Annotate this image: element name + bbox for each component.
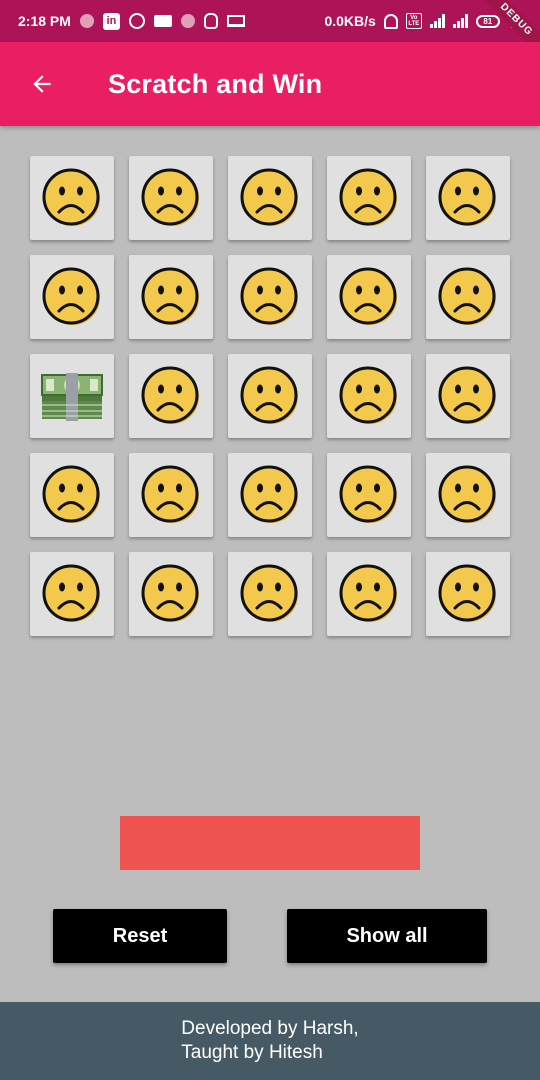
arrow-back-icon bbox=[33, 75, 51, 93]
sad-face-icon bbox=[339, 168, 397, 226]
network-speed: 0.0KB/s bbox=[324, 13, 376, 29]
sad-face-icon bbox=[141, 267, 199, 325]
video-icon bbox=[153, 15, 172, 27]
sad-face-icon bbox=[240, 267, 298, 325]
notification-dot-icon bbox=[180, 14, 195, 28]
reset-button[interactable]: Reset bbox=[53, 909, 227, 963]
scratch-tile[interactable] bbox=[426, 354, 510, 438]
footer-line-developer: Developed by Harsh, bbox=[181, 1018, 359, 1039]
scratch-tile[interactable] bbox=[129, 552, 213, 636]
sad-face-icon bbox=[141, 465, 199, 523]
scratch-grid bbox=[30, 156, 510, 636]
sad-face-icon bbox=[42, 168, 100, 226]
battery-icon: 81 bbox=[475, 14, 500, 28]
laptop-icon bbox=[226, 15, 245, 27]
show-all-button[interactable]: Show all bbox=[287, 909, 487, 963]
sad-face-icon bbox=[141, 168, 199, 226]
scratch-tile[interactable] bbox=[228, 255, 312, 339]
sad-face-icon bbox=[339, 366, 397, 424]
sad-face-icon bbox=[339, 465, 397, 523]
sad-face-icon bbox=[141, 564, 199, 622]
sad-face-icon bbox=[42, 465, 100, 523]
sad-face-icon bbox=[339, 267, 397, 325]
sad-face-icon bbox=[240, 465, 298, 523]
scratch-tile[interactable] bbox=[129, 255, 213, 339]
page-title: Scratch and Win bbox=[108, 68, 323, 99]
scratch-tile[interactable] bbox=[228, 156, 312, 240]
status-time: 2:18 PM bbox=[18, 13, 71, 29]
sad-face-icon bbox=[339, 564, 397, 622]
scratch-tile[interactable] bbox=[30, 552, 114, 636]
volte-icon: Vo LTE bbox=[405, 13, 422, 29]
sad-face-icon bbox=[42, 267, 100, 325]
scratch-tile[interactable] bbox=[228, 354, 312, 438]
scratch-tile[interactable] bbox=[426, 156, 510, 240]
scratch-tile[interactable] bbox=[129, 453, 213, 537]
footer: Developed by Harsh, Taught by Hitesh bbox=[0, 1002, 540, 1080]
scratch-tile[interactable] bbox=[327, 552, 411, 636]
scratch-tile[interactable] bbox=[327, 255, 411, 339]
sad-face-icon bbox=[240, 168, 298, 226]
app-bar: Scratch and Win bbox=[0, 42, 540, 126]
scratch-tile[interactable] bbox=[426, 255, 510, 339]
scratch-tile[interactable] bbox=[327, 354, 411, 438]
notification-dot-icon bbox=[79, 14, 94, 28]
scratch-tile[interactable] bbox=[30, 453, 114, 537]
status-bar: 2:18 PM in 0.0KB/s VoLTE 81 ⚡ DEBUG bbox=[0, 0, 540, 62]
scratch-tile[interactable] bbox=[327, 453, 411, 537]
footer-line-teacher: Taught by Hitesh bbox=[181, 1042, 323, 1063]
sad-face-icon bbox=[240, 366, 298, 424]
money-icon bbox=[41, 373, 103, 421]
scratch-tile[interactable] bbox=[129, 354, 213, 438]
scratch-tile[interactable] bbox=[228, 453, 312, 537]
sad-face-icon bbox=[240, 564, 298, 622]
scratch-tile[interactable] bbox=[426, 453, 510, 537]
touch-icon bbox=[203, 13, 218, 29]
linkedin-icon: in bbox=[102, 12, 120, 30]
sad-face-icon bbox=[438, 267, 496, 325]
signal-icon bbox=[429, 14, 445, 28]
result-indicator bbox=[120, 816, 420, 870]
scratch-tile[interactable] bbox=[129, 156, 213, 240]
sad-face-icon bbox=[438, 465, 496, 523]
sad-face-icon bbox=[438, 366, 496, 424]
mute-icon bbox=[383, 13, 398, 29]
scratch-tile[interactable] bbox=[30, 354, 114, 438]
scratch-tile[interactable] bbox=[228, 552, 312, 636]
scratch-tile[interactable] bbox=[327, 156, 411, 240]
scratch-tile[interactable] bbox=[30, 156, 114, 240]
back-button[interactable] bbox=[14, 56, 70, 112]
sad-face-icon bbox=[438, 168, 496, 226]
signal-icon bbox=[452, 14, 468, 28]
sad-face-icon bbox=[141, 366, 199, 424]
sad-face-icon bbox=[42, 564, 100, 622]
scratch-tile[interactable] bbox=[426, 552, 510, 636]
scratch-tile[interactable] bbox=[30, 255, 114, 339]
whatsapp-icon bbox=[128, 13, 145, 29]
sad-face-icon bbox=[438, 564, 496, 622]
